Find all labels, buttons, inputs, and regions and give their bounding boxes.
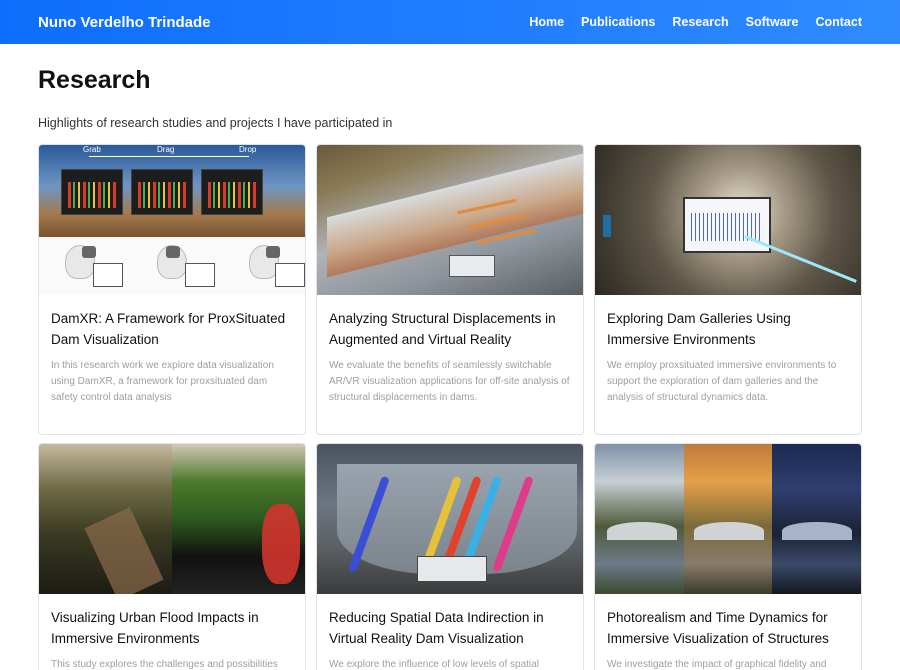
card-image-dam-galleries bbox=[595, 145, 861, 295]
nav-link-research[interactable]: Research bbox=[672, 15, 728, 29]
page-title: Research bbox=[38, 66, 151, 94]
image-label-drop: Drop bbox=[239, 145, 257, 154]
image-label-drag: Drag bbox=[157, 145, 175, 154]
page-subtitle: Highlights of research studies and proje… bbox=[38, 116, 393, 130]
card-description: We employ proxsituated immersive environ… bbox=[607, 360, 837, 403]
research-card-photorealism[interactable]: Photorealism and Time Dynamics for Immer… bbox=[594, 443, 862, 670]
card-image-structural-displacements bbox=[317, 145, 583, 295]
research-card-urban-flood[interactable]: Visualizing Urban Flood Impacts in Immer… bbox=[38, 443, 306, 670]
research-card-dam-galleries[interactable]: Exploring Dam Galleries Using Immersive … bbox=[594, 144, 862, 435]
card-title[interactable]: Analyzing Structural Displacements in Au… bbox=[329, 308, 571, 350]
card-title[interactable]: Photorealism and Time Dynamics for Immer… bbox=[607, 607, 849, 649]
card-description: In this research work we explore data vi… bbox=[51, 360, 274, 403]
nav-link-contact[interactable]: Contact bbox=[815, 15, 862, 29]
card-description: We explore the influence of low levels o… bbox=[329, 659, 539, 670]
top-navbar: Nuno Verdelho Trindade Home Publications… bbox=[0, 0, 900, 44]
nav-link-software[interactable]: Software bbox=[746, 15, 799, 29]
nav-link-publications[interactable]: Publications bbox=[581, 15, 655, 29]
card-image-spatial-data-indirection bbox=[317, 444, 583, 594]
image-label-grab: Grab bbox=[83, 145, 101, 154]
nav-links: Home Publications Research Software Cont… bbox=[529, 15, 862, 29]
card-image-damxr: Grab Drag Drop bbox=[39, 145, 305, 295]
card-description: We investigate the impact of graphical f… bbox=[607, 659, 827, 670]
card-description: This study explores the challenges and p… bbox=[51, 659, 278, 670]
card-image-urban-flood bbox=[39, 444, 305, 594]
nav-link-home[interactable]: Home bbox=[529, 15, 564, 29]
research-card-spatial-data-indirection[interactable]: Reducing Spatial Data Indirection in Vir… bbox=[316, 443, 584, 670]
card-title[interactable]: Reducing Spatial Data Indirection in Vir… bbox=[329, 607, 571, 649]
card-title[interactable]: Exploring Dam Galleries Using Immersive … bbox=[607, 308, 849, 350]
research-card-structural-displacements[interactable]: Analyzing Structural Displacements in Au… bbox=[316, 144, 584, 435]
brand-link[interactable]: Nuno Verdelho Trindade bbox=[38, 14, 211, 31]
research-card-damxr[interactable]: Grab Drag Drop DamXR: A Framework for Pr… bbox=[38, 144, 306, 435]
card-title[interactable]: Visualizing Urban Flood Impacts in Immer… bbox=[51, 607, 293, 649]
card-image-photorealism bbox=[595, 444, 861, 594]
card-title[interactable]: DamXR: A Framework for ProxSituated Dam … bbox=[51, 308, 293, 350]
card-description: We evaluate the benefits of seamlessly s… bbox=[329, 360, 570, 403]
